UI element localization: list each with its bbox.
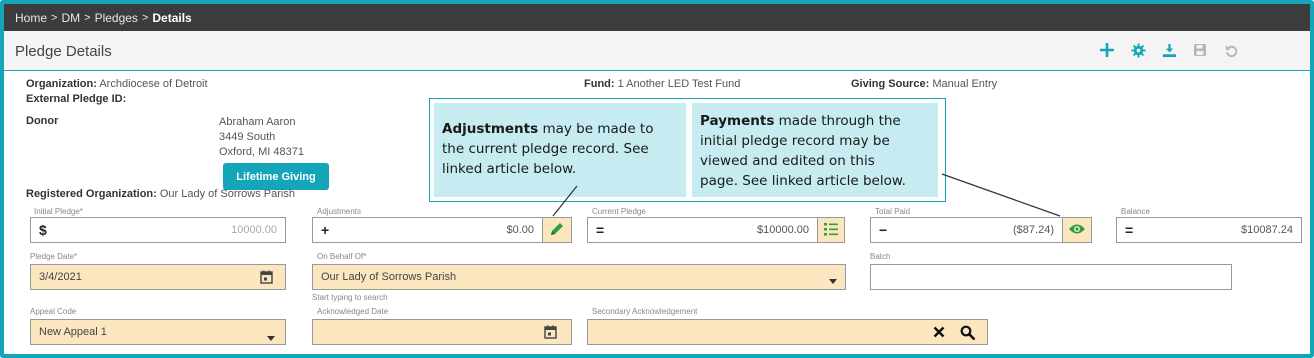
secondary-ack-label: Secondary Acknowledgement xyxy=(592,307,698,316)
total-paid-field[interactable]: − ($87.24) xyxy=(870,217,1092,243)
batch-label: Batch xyxy=(870,252,891,261)
initial-pledge-label: Initial Pledge* xyxy=(34,207,83,216)
plus-sign: + xyxy=(321,222,330,238)
current-pledge-value: $10000.00 xyxy=(757,224,809,236)
dollar-sign: $ xyxy=(39,222,47,238)
on-behalf-of-value: Our Lady of Sorrows Parish xyxy=(321,271,457,283)
adjustments-pointer-line xyxy=(552,185,578,217)
balance-value: $10087.24 xyxy=(1241,224,1293,236)
on-behalf-of-select[interactable]: Our Lady of Sorrows Parish xyxy=(312,264,846,290)
balance-label: Balance xyxy=(1121,207,1150,216)
on-behalf-of-label: On Behalf Of* xyxy=(317,252,367,261)
callout-pointer-lines xyxy=(552,173,1061,217)
payments-pointer-line xyxy=(941,173,1061,217)
initial-pledge-field[interactable]: $ 10000.00 xyxy=(30,217,286,243)
pledge-date-field[interactable]: 3/4/2021 xyxy=(30,264,286,290)
appeal-code-select[interactable]: New Appeal 1 xyxy=(30,319,286,345)
app-frame: Home > DM > Pledges > Details Pledge Det… xyxy=(0,0,1314,358)
total-paid-value: ($87.24) xyxy=(1013,224,1054,236)
caret-down-icon xyxy=(267,332,275,344)
clear-icon[interactable] xyxy=(933,326,945,341)
secondary-ack-field[interactable] xyxy=(587,319,988,345)
view-payments-button[interactable] xyxy=(1062,217,1092,243)
eye-icon xyxy=(1068,223,1086,238)
pencil-icon xyxy=(549,221,565,240)
view-current-pledge-button[interactable] xyxy=(817,217,845,243)
on-behalf-of-helper: Start typing to search xyxy=(312,293,388,302)
acknowledged-date-label: Acknowledged Date xyxy=(317,307,389,316)
equals-sign: = xyxy=(596,222,605,238)
edit-adjustments-button[interactable] xyxy=(542,217,572,243)
batch-field[interactable] xyxy=(870,264,1232,290)
adjustments-label: Adjustments xyxy=(317,207,362,216)
appeal-code-value: New Appeal 1 xyxy=(39,326,107,338)
total-paid-label: Total Paid xyxy=(875,207,911,216)
list-icon xyxy=(823,221,839,240)
balance-field[interactable]: = $10087.24 xyxy=(1116,217,1302,243)
equals-sign: = xyxy=(1125,222,1134,238)
pledge-date-value: 3/4/2021 xyxy=(39,271,82,283)
calendar-icon[interactable] xyxy=(544,325,557,342)
search-icon[interactable] xyxy=(960,325,975,343)
pledge-date-label: Pledge Date* xyxy=(30,252,78,261)
adjustments-field[interactable]: + $0.00 xyxy=(312,217,572,243)
minus-sign: − xyxy=(879,222,888,238)
initial-pledge-value: 10000.00 xyxy=(231,224,277,236)
adjustments-value: $0.00 xyxy=(506,224,534,236)
caret-down-icon xyxy=(829,275,837,287)
calendar-icon[interactable] xyxy=(260,270,273,287)
current-pledge-label: Current Pledge xyxy=(592,207,646,216)
acknowledged-date-field[interactable] xyxy=(312,319,572,345)
appeal-code-label: Appeal Code xyxy=(30,307,77,316)
current-pledge-field[interactable]: = $10000.00 xyxy=(587,217,845,243)
